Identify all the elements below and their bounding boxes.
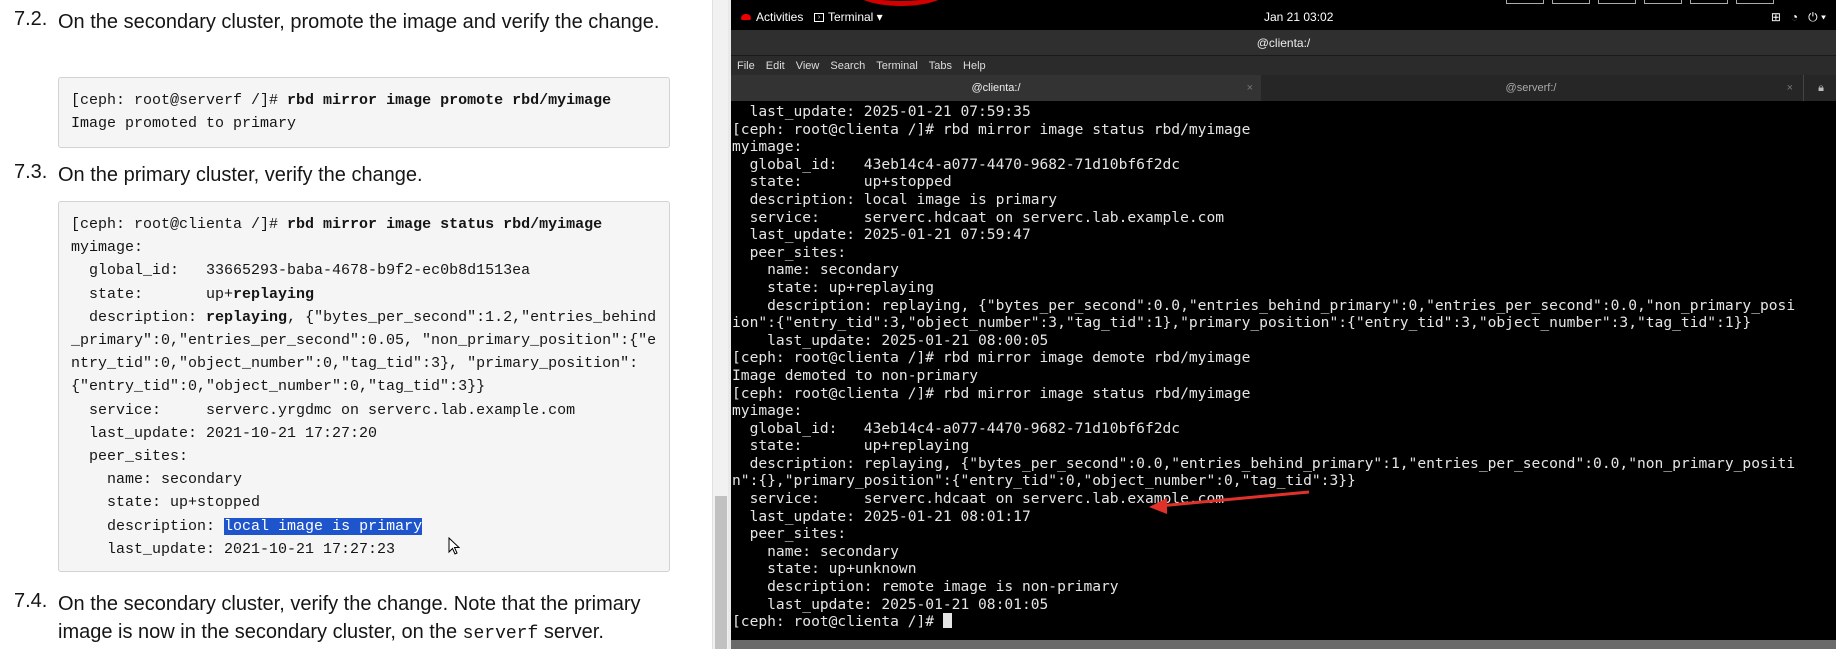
thumbnail[interactable] bbox=[1644, 0, 1682, 4]
activities-label: Activities bbox=[756, 10, 804, 24]
menu-bar: File Edit View Search Terminal Tabs Help bbox=[731, 56, 1836, 75]
doc-scrollbar[interactable] bbox=[712, 0, 728, 649]
menu-search[interactable]: Search bbox=[830, 60, 865, 72]
menu-terminal[interactable]: Terminal bbox=[876, 60, 918, 72]
terminal-icon: › bbox=[814, 12, 824, 22]
selected-text[interactable]: local image is primary bbox=[224, 517, 423, 535]
code-line: state: up+ bbox=[71, 285, 234, 303]
thumbnail[interactable] bbox=[1598, 0, 1636, 4]
code-line: global_id: 33665293-baba-4678-b9f2-ec0b8… bbox=[71, 262, 531, 280]
tab-label: @clienta:/ bbox=[971, 82, 1021, 94]
code-prompt: [ceph: root@clienta /]# bbox=[71, 216, 288, 233]
bottom-bar bbox=[731, 640, 1836, 649]
code-line: peer_sites: bbox=[71, 448, 189, 466]
menu-file[interactable]: File bbox=[737, 60, 755, 72]
code-command: rbd mirror image promote rbd/myimage bbox=[287, 92, 612, 109]
step-number: 7.3. bbox=[14, 161, 48, 183]
clock[interactable]: Jan 21 03:02 bbox=[1264, 10, 1333, 24]
lock-icon[interactable]: 🔒︎ bbox=[1814, 81, 1828, 95]
code-line: last_update: 2021-10-21 17:27:23 bbox=[71, 540, 396, 558]
code-prompt: [ceph: root@serverf /]# bbox=[71, 92, 288, 109]
thumbnail[interactable] bbox=[1552, 0, 1590, 4]
system-tray[interactable]: ⊞ ◔ ⏻ ▾ bbox=[1771, 10, 1826, 25]
app-menu-label: Terminal ▾ bbox=[828, 10, 883, 24]
thumbnail[interactable] bbox=[1736, 0, 1774, 4]
step-number: 7.2. bbox=[14, 8, 48, 30]
step-text: On the secondary cluster, promote the im… bbox=[58, 11, 660, 33]
inline-code: serverf bbox=[462, 624, 539, 644]
documentation-pane: 7.2. On the secondary cluster, promote t… bbox=[0, 0, 712, 649]
window-title: @clienta:/ bbox=[731, 30, 1836, 56]
tab-label: @serverf:/ bbox=[1505, 82, 1557, 94]
code-block-promote[interactable]: [ceph: root@serverf /]# rbd mirror image… bbox=[58, 77, 670, 148]
screen: 7.2. On the secondary cluster, promote t… bbox=[0, 0, 1836, 649]
tab-separator bbox=[1803, 75, 1804, 101]
terminal-output[interactable]: last_update: 2025-01-21 07:59:35 [ceph: r… bbox=[731, 101, 1836, 640]
step-text-part: server. bbox=[538, 621, 604, 643]
code-line: name: secondary bbox=[71, 471, 243, 489]
network-icon: ⊞ bbox=[1770, 10, 1781, 24]
scrollbar-thumb[interactable] bbox=[715, 496, 727, 649]
code-line: state: up+stopped bbox=[71, 494, 261, 512]
app-menu-button[interactable]: › Terminal ▾ bbox=[814, 10, 883, 24]
tab-clienta[interactable]: @clienta:/ × bbox=[731, 75, 1261, 101]
step-text: On the primary cluster, verify the chang… bbox=[58, 164, 423, 186]
code-output: Image promoted to primary bbox=[71, 115, 297, 133]
gnome-top-bar: Activities › Terminal ▾ Jan 21 03:02 ⊞ ◔… bbox=[731, 0, 1836, 30]
code-bold: replaying bbox=[206, 308, 288, 326]
thumbnail[interactable] bbox=[1506, 0, 1544, 4]
menu-edit[interactable]: Edit bbox=[766, 60, 785, 72]
code-line: myimage: bbox=[71, 239, 144, 257]
redhat-icon bbox=[741, 14, 751, 20]
code-line: description: bbox=[71, 308, 207, 326]
menu-help[interactable]: Help bbox=[963, 60, 986, 72]
red-decoration bbox=[851, 0, 951, 6]
window-thumbnails bbox=[1506, 0, 1774, 4]
code-command: rbd mirror image status rbd/myimage bbox=[287, 216, 603, 233]
thumbnail[interactable] bbox=[1690, 0, 1728, 4]
code-line: description: bbox=[71, 517, 225, 535]
code-block-status[interactable]: [ceph: root@clienta /]# rbd mirror image… bbox=[58, 201, 670, 572]
code-line: service: serverc.yrgdmc on serverc.lab.e… bbox=[71, 401, 576, 419]
mouse-cursor-icon bbox=[448, 537, 461, 555]
activities-button[interactable]: Activities bbox=[741, 10, 803, 24]
code-line: last_update: 2021-10-21 17:27:20 bbox=[71, 424, 378, 442]
red-arrow-annotation bbox=[1149, 490, 1310, 514]
menu-view[interactable]: View bbox=[796, 60, 820, 72]
tab-serverf[interactable]: @serverf:/ × bbox=[1261, 75, 1801, 101]
code-bold: replaying bbox=[233, 285, 315, 303]
step-number: 7.4. bbox=[14, 590, 48, 612]
volume-icon: ◔ bbox=[1790, 10, 1799, 24]
close-tab-icon[interactable]: × bbox=[1247, 75, 1253, 101]
menu-tabs[interactable]: Tabs bbox=[929, 60, 952, 72]
step-text: On the secondary cluster, verify the cha… bbox=[58, 590, 678, 648]
tab-bar: @clienta:/ × @serverf:/ × 🔒︎ bbox=[731, 75, 1836, 101]
close-tab-icon[interactable]: × bbox=[1787, 75, 1793, 101]
power-icon: ⏻ ▾ bbox=[1808, 10, 1826, 24]
